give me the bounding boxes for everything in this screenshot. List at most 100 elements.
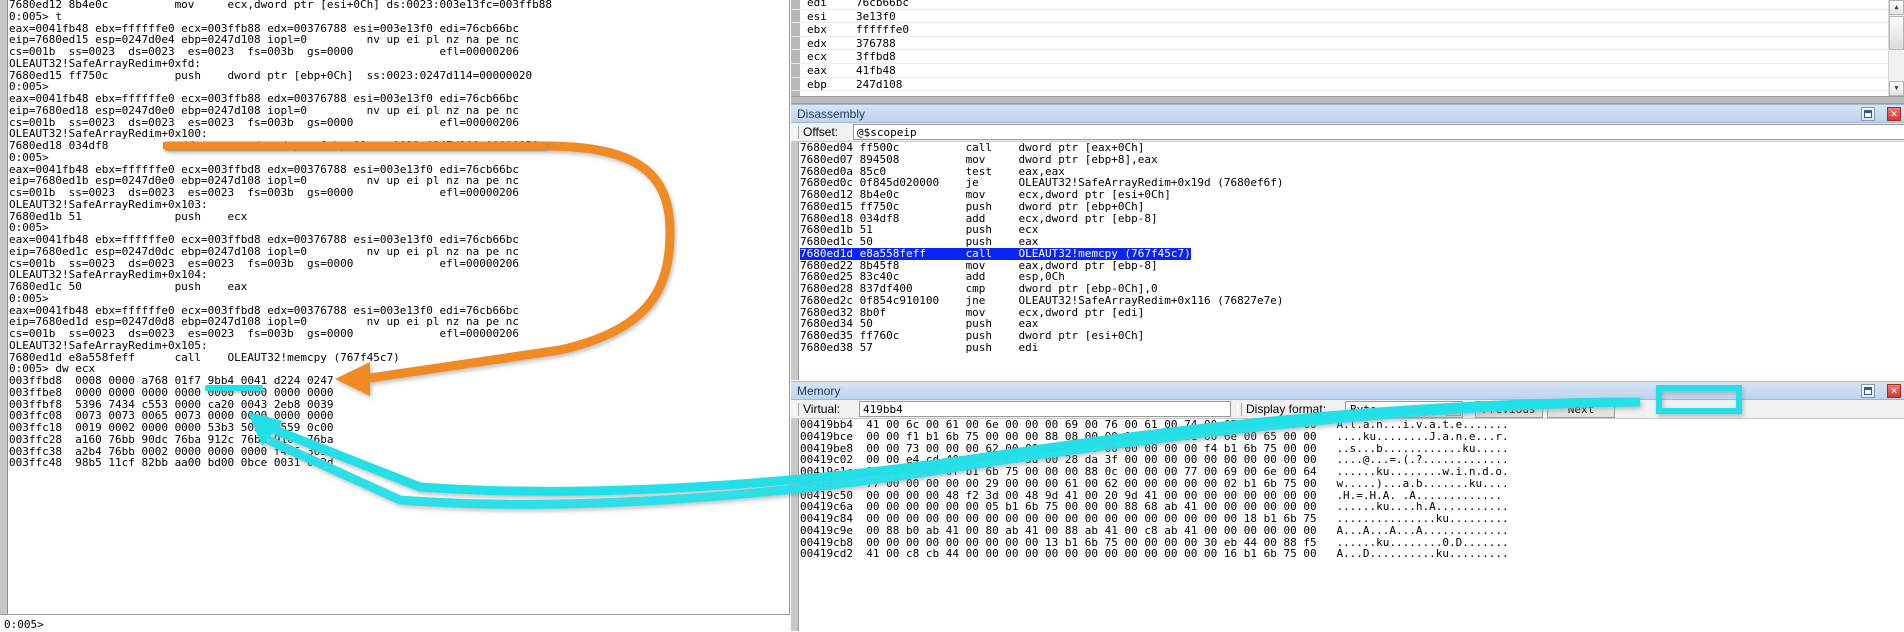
registers-rows: edi 76cb66bc esi 3e13f0 ebx ffffffe0edx376788… [791,0,1904,91]
chevron-down-icon[interactable] [1446,403,1461,416]
disassembly-line[interactable]: 7680ed2c 0f854c910100 jne OLEAUT32!SafeA… [800,295,1890,307]
command-line: 7680ed12 8b4e0c mov ecx,dword ptr [esi+0… [9,0,787,11]
register-value[interactable]: 41fb48 [856,64,896,77]
register-name: eax [807,64,827,77]
offset-label: Offset: [803,125,838,139]
disassembly-body[interactable]: 7680ed04 ff500c call dword ptr [eax+0Ch]… [791,142,1904,380]
memory-bytes: 41 00 c8 cb 44 00 00 00 00 00 00 00 00 0… [866,547,1336,560]
register-value[interactable]: 376788 [856,37,896,50]
command-line: 7680ed15 ff750c push dword ptr [ebp+0Ch]… [9,70,787,82]
command-line: 7680ed1d e8a558feff call OLEAUT32!memcpy… [9,352,787,364]
display-format-select[interactable]: Byte [1345,401,1463,418]
memory-ascii: A...D..........ku......... [1336,547,1508,560]
disassembly-panel: Disassembly ✕ Offset: @$scopeip Previous… [791,104,1904,381]
disassembly-line[interactable]: 7680ed28 837df400 cmp dword ptr [ebp-0Ch… [800,283,1890,295]
register-row[interactable]: ebp 247d108 [791,78,1904,92]
command-pane-gutter [0,0,8,614]
command-pane[interactable]: 7680ed12 8b4e0c mov ecx,dword ptr [esi+0… [0,0,790,632]
register-row[interactable]: eax 41fb48 [791,64,1904,78]
command-line: 0:005> [9,152,787,164]
disassembly-lines: 7680ed04 ff500c call dword ptr [eax+0Ch]… [800,142,1890,354]
disassembly-caption-buttons[interactable]: ✕ [1859,107,1901,121]
disassembly-line[interactable]: 7680ed38 57 push edi [800,342,1890,354]
disassembly-line[interactable]: 7680ed1c 50 push eax [800,236,1890,248]
register-name: ebp [807,78,827,91]
register-name: ecx [807,50,827,63]
scroll-up-icon[interactable]: ▲ [1889,0,1904,15]
horizontal-splitter[interactable] [791,96,1904,104]
register-row[interactable]: edx376788 [791,37,1904,51]
toolbar-grip[interactable] [794,126,799,139]
command-output: 7680ed12 8b4e0c mov ecx,dword ptr [esi+0… [9,0,787,609]
register-value[interactable]: 3ffbd8 [856,50,896,63]
command-line: 7680ed18 034df8 add ecx,dword ptr [ebp-8… [9,140,787,152]
command-line: 003ffbd8 0008 0000 a768 01f7 9bb4 0041 d… [9,375,787,387]
disassembly-line[interactable]: 7680ed35 ff760c push dword ptr [esi+0Ch] [800,330,1890,342]
restore-window-icon[interactable] [1861,107,1875,121]
command-line: OLEAUT32!SafeArrayRedim+0x105: [9,340,787,352]
display-format-value: Byte [1350,403,1377,416]
command-line: 003ffc18 0019 0002 0000 0000 53b3 5035 c… [9,422,787,434]
display-format-label: Display format: [1246,402,1326,416]
command-line: eax=0041fb48 ebx=ffffffe0 ecx=003ffbd8 e… [9,234,787,246]
disassembly-title: Disassembly [797,107,865,121]
offset-input[interactable]: @$scopeip [853,124,1904,140]
command-prompt-bar[interactable]: 0:005> [0,614,790,632]
memory-next-button[interactable]: Next [1547,401,1615,418]
command-line: cs=001b ss=0023 ds=0023 es=0023 fs=003b … [9,187,787,199]
memory-previous-button[interactable]: Previous [1475,401,1543,418]
disassembly-line[interactable]: 7680ed07 894508 mov dword ptr [ebp+8],ea… [800,154,1890,166]
command-line: 003ffbe8 0000 0000 0000 0000 0000 0000 0… [9,387,787,399]
disassembly-line[interactable]: 7680ed04 ff500c call dword ptr [eax+0Ch] [800,142,1890,154]
register-name: edi [807,0,827,9]
memory-address: 00419cd2 [800,547,866,560]
toolbar-grip[interactable] [1237,403,1242,416]
close-icon[interactable]: ✕ [1887,107,1901,121]
memory-row[interactable]: 00419cd2 41 00 c8 cb 44 00 00 00 00 00 0… [800,548,1509,560]
toolbar-grip[interactable] [794,403,799,416]
restore-window-icon[interactable] [1861,384,1875,398]
disassembly-toolbar: Offset: @$scopeip Previous Next [791,123,1904,142]
command-line: 0:005> t [9,11,787,23]
memory-caption: Memory ✕ [791,381,1904,400]
register-value[interactable]: 247d108 [856,78,902,91]
command-line: 7680ed1c 50 push eax [9,281,787,293]
register-value[interactable]: ffffffe0 [856,23,909,36]
memory-body[interactable]: 00419bb4 41 00 6c 00 61 00 6e 00 00 00 6… [791,419,1904,631]
close-icon[interactable]: ✕ [1887,384,1901,398]
memory-toolbar: Virtual: 419bb4 Display format: Byte Pre… [791,400,1904,419]
register-value[interactable]: 3e13f0 [856,10,896,23]
disassembly-gutter [791,142,799,380]
registers-scrollbar[interactable]: ▲ ▼ [1888,0,1904,96]
register-row[interactable]: esi 3e13f0 [791,10,1904,24]
register-value[interactable]: 76cb66bc [856,0,909,9]
register-row[interactable]: ebx ffffffe0 [791,23,1904,37]
disassembly-line[interactable]: 7680ed12 8b4e0c mov ecx,dword ptr [esi+0… [800,189,1890,201]
register-row[interactable]: edi 76cb66bc [791,0,1904,10]
command-line: cs=001b ss=0023 ds=0023 es=0023 fs=003b … [9,328,787,340]
command-prompt-status: 0:005> [4,618,44,631]
scroll-down-icon[interactable]: ▼ [1889,81,1904,96]
command-line: cs=001b ss=0023 ds=0023 es=0023 fs=003b … [9,46,787,58]
register-name: ebx [807,23,827,36]
virtual-input[interactable]: 419bb4 [859,401,1231,417]
command-line: 0:005> [9,293,787,305]
registers-pane[interactable]: edi 76cb66bc esi 3e13f0 ebx ffffffe0edx376788… [791,0,1904,96]
disassembly-line-selected[interactable]: 7680ed1d e8a558feff call OLEAUT32!memcpy… [800,248,1191,260]
memory-caption-buttons[interactable]: ✕ [1859,384,1901,398]
command-line: 003ffc48 98b5 11cf 82bb aa00 bd00 0bce 0… [9,457,787,469]
command-line: OLEAUT32!SafeArrayRedim+0x103: [9,199,787,211]
memory-lines: 00419bb4 41 00 6c 00 61 00 6e 00 00 00 6… [800,419,1509,560]
command-line: OLEAUT32!SafeArrayRedim+0xfd: [9,58,787,70]
command-line: 7680ed1b 51 push ecx [9,211,787,223]
command-line: eip=7680ed1c esp=0247d0dc ebp=0247d108 i… [9,246,787,258]
scrollbar-thumb[interactable] [1889,16,1904,50]
disassembly-caption: Disassembly ✕ [791,104,1904,123]
command-line: 003ffc28 a160 76bb 90dc 76ba 912c 76ba 9… [9,434,787,446]
register-row[interactable]: ecx 3ffbd8 [791,50,1904,64]
memory-panel: Memory ✕ Virtual: 419bb4 Display format:… [791,381,1904,632]
register-name: esi [807,10,827,23]
disassembly-line[interactable]: 7680ed15 ff750c push dword ptr [ebp+0Ch] [800,201,1890,213]
memory-title: Memory [797,384,840,398]
command-line: eip=7680ed18 esp=0247d0e0 ebp=0247d108 i… [9,105,787,117]
